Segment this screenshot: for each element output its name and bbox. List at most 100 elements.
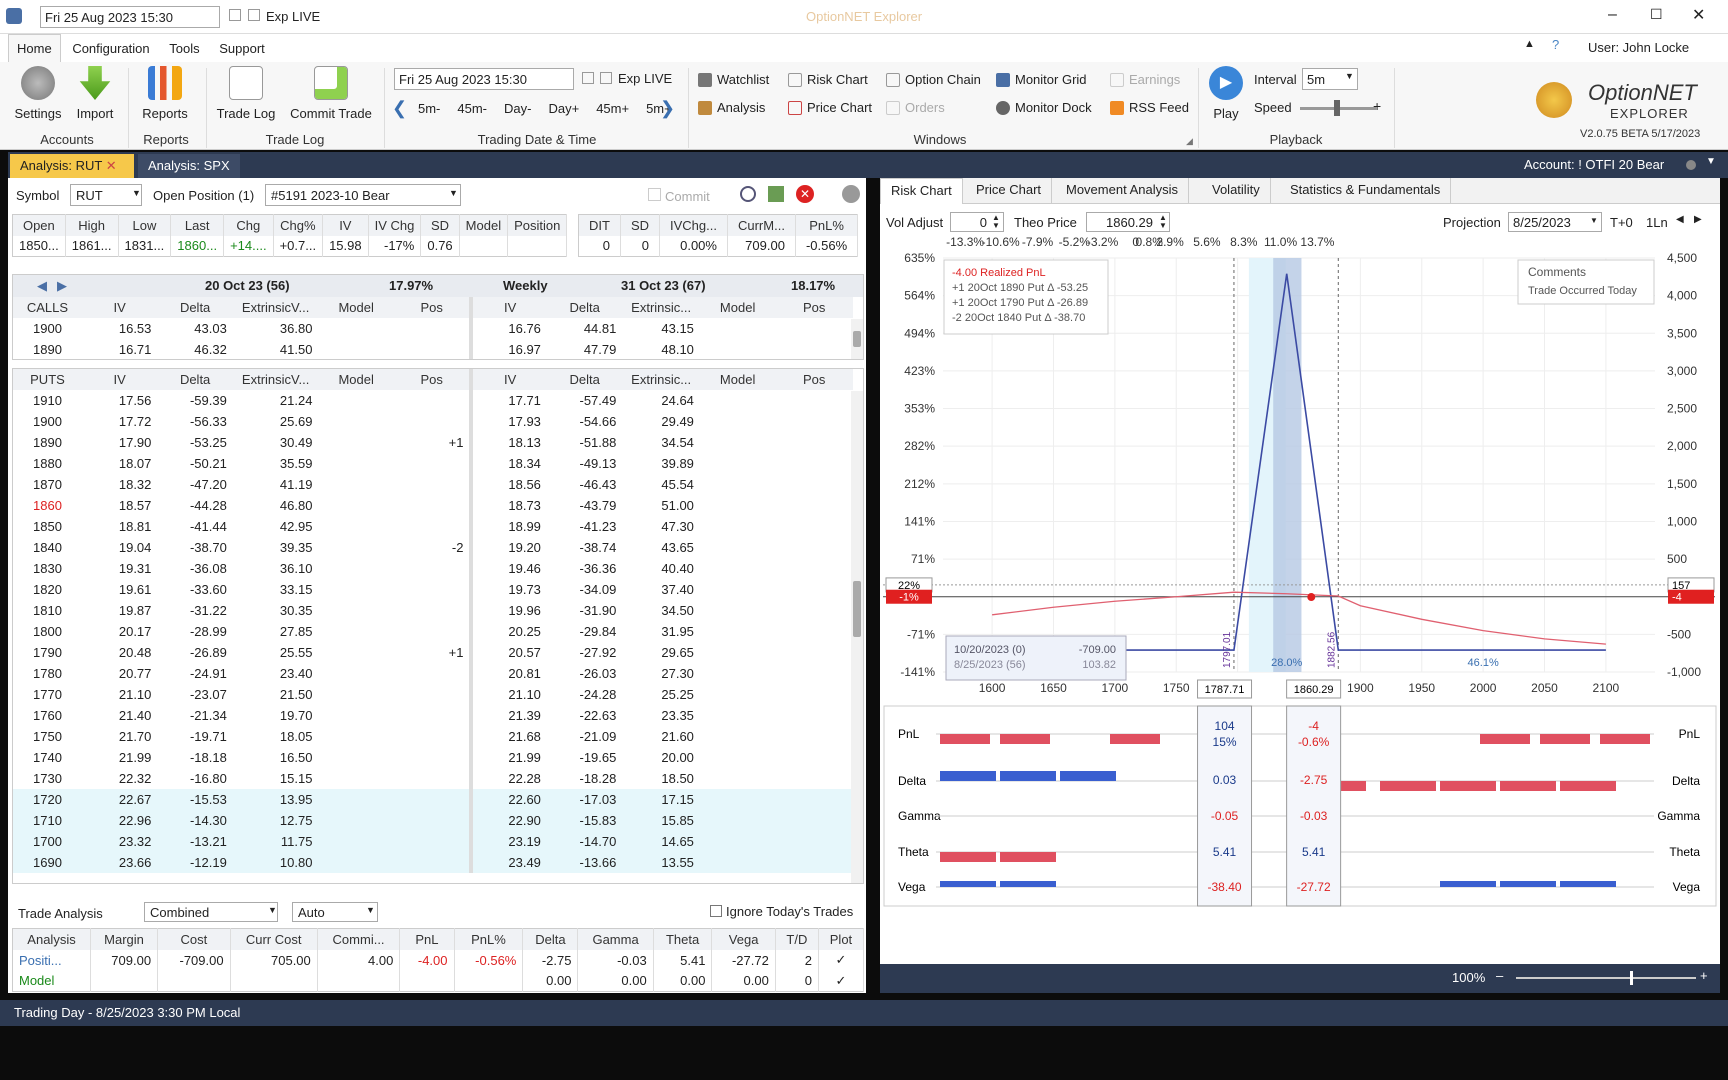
open-position-select[interactable]: #5191 2023-10 Bear bbox=[265, 184, 461, 206]
puts-scrollbar[interactable] bbox=[851, 391, 863, 883]
table-row[interactable]: 1790 20.48 -26.89 25.55 +1 20.57 -27.92 29.65 bbox=[13, 642, 853, 663]
table-row[interactable]: 1860 18.57 -44.28 46.80 18.73 -43.79 51.00 bbox=[13, 495, 853, 516]
play-button[interactable]: ▶ Play bbox=[1206, 66, 1246, 121]
delete-position-icon[interactable]: ✕ bbox=[796, 185, 814, 203]
tab-tools[interactable]: Tools bbox=[161, 35, 207, 62]
projection-date-field[interactable]: 8/25/2023 bbox=[1508, 212, 1602, 232]
step-back-icon[interactable]: ❮ bbox=[392, 98, 407, 119]
zoom-slider[interactable] bbox=[1516, 977, 1696, 979]
tab-price-chart[interactable]: Price Chart bbox=[966, 178, 1053, 204]
table-row[interactable]: 1830 19.31 -36.08 36.10 19.46 -36.36 40.40 bbox=[13, 558, 853, 579]
grid-export-icon[interactable] bbox=[768, 186, 784, 202]
table-row[interactable]: 1880 18.07 -50.21 35.59 18.34 -49.13 39.89 bbox=[13, 453, 853, 474]
zoom-plus-icon[interactable]: + bbox=[1700, 968, 1708, 983]
minimize-icon[interactable]: – bbox=[1608, 6, 1617, 24]
calendar-icon-4[interactable] bbox=[600, 72, 612, 84]
table-row[interactable]: 1910 17.56 -59.39 21.24 17.71 -57.49 24.64 bbox=[13, 390, 853, 411]
table-row[interactable]: 1890 16.71 46.32 41.50 16.97 47.79 48.10 bbox=[13, 339, 853, 359]
ta-row[interactable]: Model 0.00 0.00 0.00 0.00 0 ✓ bbox=[12, 970, 865, 992]
symbol-chevron-icon[interactable]: ▼ bbox=[132, 188, 141, 198]
analysis-button[interactable]: Analysis bbox=[698, 100, 765, 115]
import-button[interactable]: Import bbox=[72, 66, 118, 121]
zoom-slider-thumb[interactable] bbox=[1630, 971, 1633, 985]
help-icon[interactable]: ? bbox=[1552, 37, 1559, 52]
rss-button[interactable]: RSS Feed bbox=[1110, 100, 1189, 115]
ta-row[interactable]: Positi... 709.00 -709.00 705.00 4.00 -4.00 -0.… bbox=[12, 949, 865, 971]
table-row[interactable]: 1710 22.96 -14.30 12.75 22.90 -15.83 15.85 bbox=[13, 810, 853, 831]
speed-plus-icon[interactable]: + bbox=[1373, 98, 1381, 114]
calendar-icon-3[interactable] bbox=[582, 72, 594, 84]
tab-statistics[interactable]: Statistics & Fundamentals bbox=[1280, 178, 1452, 204]
riskchart-button[interactable]: Risk Chart bbox=[788, 72, 868, 87]
table-row[interactable]: 1780 20.77 -24.91 23.40 20.81 -26.03 27.30 bbox=[13, 663, 853, 684]
table-row[interactable]: 1750 21.70 -19.71 18.05 21.68 -21.09 21.60 bbox=[13, 726, 853, 747]
speed-slider-thumb[interactable] bbox=[1334, 100, 1340, 116]
trade-log-button[interactable]: Trade Log bbox=[216, 66, 276, 121]
calls-scrollbar[interactable] bbox=[851, 319, 863, 359]
step-forward-icon[interactable]: ❯ bbox=[660, 98, 675, 119]
table-row[interactable]: 1730 22.32 -16.80 15.15 22.28 -18.28 18.50 bbox=[13, 768, 853, 789]
tab-configuration[interactable]: Configuration bbox=[64, 35, 157, 62]
auto-chevron-icon[interactable]: ▼ bbox=[366, 905, 375, 915]
proj-next-icon[interactable]: ▶ bbox=[1694, 214, 1702, 225]
monitorgrid-button[interactable]: Monitor Grid bbox=[996, 72, 1087, 87]
tab-analysis-spx[interactable]: Analysis: SPX bbox=[138, 154, 240, 178]
table-row[interactable]: 1890 17.90 -53.25 30.49 +1 18.13 -51.88 34.54 bbox=[13, 432, 853, 453]
chevron-down-icon[interactable]: ▼ bbox=[1345, 71, 1354, 81]
ignore-trades-checkbox[interactable] bbox=[710, 905, 722, 917]
ribbon-date-field[interactable]: Fri 25 Aug 2023 15:30 bbox=[394, 68, 574, 90]
vol-spinner-icon[interactable]: ▲ ▼ bbox=[992, 214, 1000, 230]
table-row[interactable]: 1690 23.66 -12.19 10.80 23.49 -13.66 13.55 bbox=[13, 852, 853, 873]
puts-scroll-thumb[interactable] bbox=[853, 581, 861, 637]
trade-analysis-mode-select[interactable]: Combined bbox=[144, 902, 278, 922]
theo-spinner-icon[interactable]: ▲ ▼ bbox=[1159, 214, 1167, 230]
account-menu-icon[interactable]: ▼ bbox=[1706, 156, 1716, 167]
search-icon[interactable] bbox=[740, 186, 756, 202]
step-day-back[interactable]: Day- bbox=[504, 101, 531, 116]
title-date-field[interactable]: Fri 25 Aug 2023 15:30 bbox=[40, 6, 220, 28]
step-5m-back[interactable]: 5m- bbox=[418, 101, 440, 116]
table-row[interactable]: 1700 23.32 -13.21 11.75 23.19 -14.70 14.65 bbox=[13, 831, 853, 852]
step-45m-fwd[interactable]: 45m+ bbox=[596, 101, 629, 116]
table-row[interactable]: 1850 18.81 -41.44 42.95 18.99 -41.23 47.30 bbox=[13, 516, 853, 537]
tab-home[interactable]: Home bbox=[8, 34, 61, 62]
step-day-fwd[interactable]: Day+ bbox=[548, 101, 579, 116]
table-row[interactable]: 1720 22.67 -15.53 13.95 22.60 -17.03 17.15 bbox=[13, 789, 853, 810]
maximize-icon[interactable]: ☐ bbox=[1650, 6, 1663, 23]
mode-chevron-icon[interactable]: ▼ bbox=[268, 905, 277, 915]
zoom-minus-icon[interactable]: – bbox=[1496, 968, 1503, 983]
tab-risk-chart[interactable]: Risk Chart bbox=[880, 178, 963, 204]
table-row[interactable]: 1820 19.61 -33.60 33.15 19.73 -34.09 37.40 bbox=[13, 579, 853, 600]
calls-scroll-thumb[interactable] bbox=[853, 331, 861, 347]
table-row[interactable]: 1810 19.87 -31.22 30.35 19.96 -31.90 34.50 bbox=[13, 600, 853, 621]
close-icon[interactable]: ✕ bbox=[1692, 5, 1705, 25]
calendar-icon[interactable] bbox=[229, 9, 241, 21]
pricechart-button[interactable]: Price Chart bbox=[788, 100, 872, 115]
table-row[interactable]: 1740 21.99 -18.18 16.50 21.99 -19.65 20.00 bbox=[13, 747, 853, 768]
proj-prev-icon[interactable]: ◀ bbox=[1676, 214, 1684, 225]
calendar-icon-2[interactable] bbox=[248, 9, 260, 21]
position-chevron-icon[interactable]: ▼ bbox=[449, 188, 458, 198]
tab-support[interactable]: Support bbox=[211, 35, 273, 62]
settings-button[interactable]: Settings bbox=[14, 66, 62, 121]
prev-expiry-icon[interactable]: ◀ bbox=[37, 278, 47, 294]
table-row[interactable]: 1900 17.72 -56.33 25.69 17.93 -54.66 29.49 bbox=[13, 411, 853, 432]
table-row[interactable]: 1900 16.53 43.03 36.80 16.76 44.81 43.15 bbox=[13, 318, 853, 339]
monitordock-button[interactable]: Monitor Dock bbox=[996, 100, 1092, 115]
tab-volatility[interactable]: Volatility bbox=[1202, 178, 1271, 204]
theo-price-input[interactable]: 1860.29 bbox=[1086, 212, 1170, 232]
settings-gear-icon[interactable] bbox=[842, 185, 860, 203]
step-45m-back[interactable]: 45m- bbox=[457, 101, 487, 116]
projection-chevron-icon[interactable]: ▼ bbox=[1590, 216, 1598, 225]
table-row[interactable]: 1840 19.04 -38.70 39.35 -2 19.20 -38.74 43.65 bbox=[13, 537, 853, 558]
commit-trade-button[interactable]: Commit Trade bbox=[288, 66, 374, 121]
table-row[interactable]: 1870 18.32 -47.20 41.19 18.56 -46.43 45.54 bbox=[13, 474, 853, 495]
ribbon-collapse-icon[interactable]: ▲ bbox=[1524, 38, 1535, 50]
next-expiry-icon[interactable]: ▶ bbox=[57, 278, 67, 294]
watchlist-button[interactable]: Watchlist bbox=[698, 72, 769, 87]
table-row[interactable]: 1800 20.17 -28.99 27.85 20.25 -29.84 31.95 bbox=[13, 621, 853, 642]
tab-analysis-rut[interactable]: Analysis: RUT ✕ bbox=[10, 154, 134, 178]
table-row[interactable]: 1770 21.10 -23.07 21.50 21.10 -24.28 25.25 bbox=[13, 684, 853, 705]
optionchain-button[interactable]: Option Chain bbox=[886, 72, 981, 87]
reports-button[interactable]: Reports bbox=[140, 66, 190, 121]
